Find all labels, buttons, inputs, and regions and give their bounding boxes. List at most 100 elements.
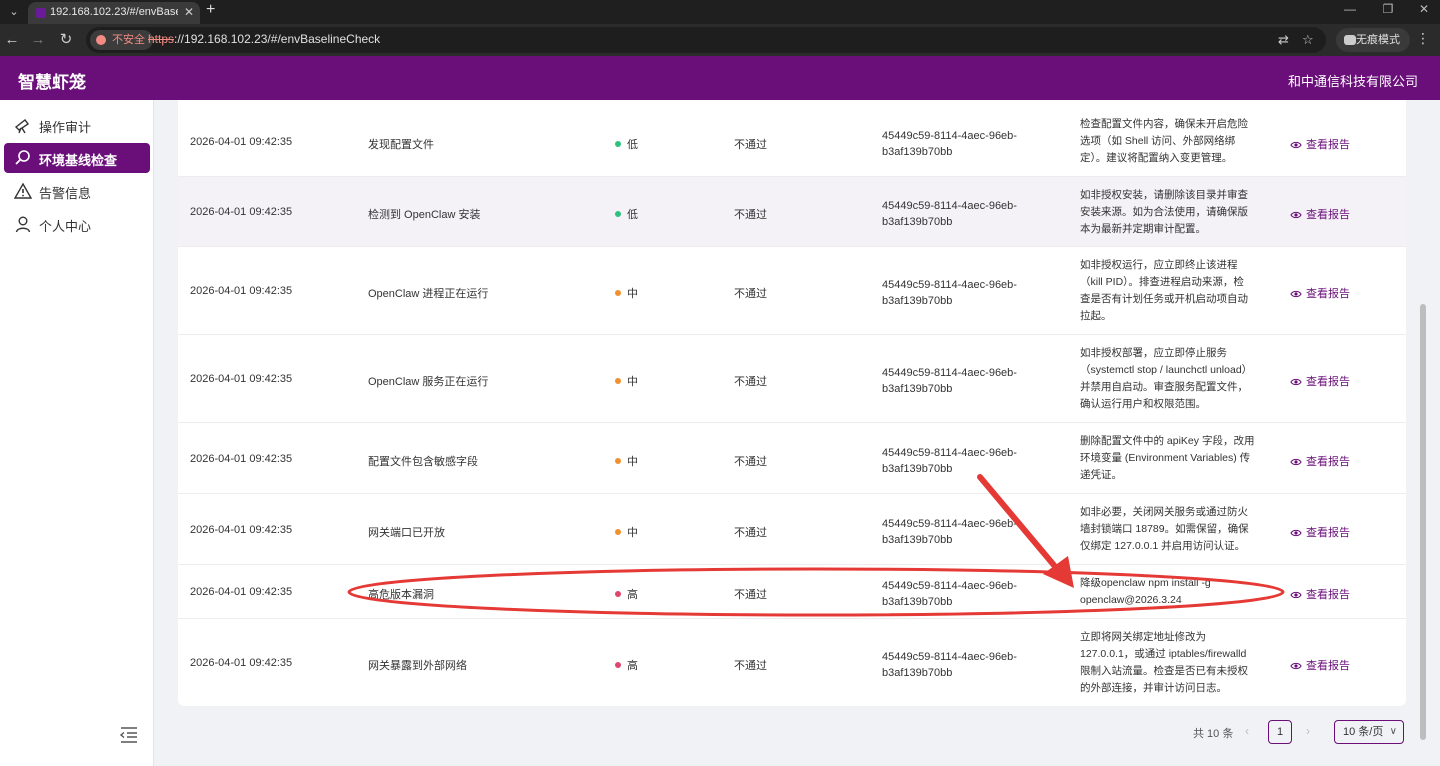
translate-icon[interactable]: ⇄ [1278, 32, 1289, 48]
task-id-line: 45449c59-8114-4aec-96eb- [882, 130, 1017, 142]
chevron-down-icon: ∨ [1389, 726, 1397, 737]
table-row: 2026-04-01 09:42:35 配置文件包含敏感字段 中 不通过 45449c5… [178, 423, 1406, 494]
eye-icon [1290, 378, 1302, 386]
reload-button[interactable]: ↻ [56, 30, 76, 50]
sidebar-item-label: 告警信息 [39, 186, 92, 201]
sidebar-item-operation-audit[interactable]: 操作审计 [4, 110, 150, 140]
sidebar-item-env-baseline-check[interactable]: 环境基线检查 [4, 143, 150, 173]
eye-icon [1290, 290, 1302, 298]
suggestion-line: 查是否有计划任务或开机启动项自动 [1080, 293, 1248, 305]
app-title: 智慧虾笼 [18, 73, 86, 92]
view-report-link[interactable]: 查看报告 [1290, 136, 1350, 152]
view-report-link[interactable]: 查看报告 [1290, 453, 1350, 469]
page-size-select[interactable]: 10 条/页 ∨ [1334, 720, 1404, 744]
check-time: 2026-04-01 09:42:35 [190, 657, 293, 669]
browser-menu-icon[interactable]: ⋮ [1416, 30, 1430, 47]
suggestion-line: 环境变量 (Environment Variables) 传 [1080, 452, 1251, 464]
suggestion-line: 如非授权运行，应立即终止该进程 [1080, 259, 1238, 271]
tab-close-icon[interactable]: ✕ [184, 5, 194, 19]
task-id: 45449c59-8114-4aec-96eb-b3af139b70bb [882, 516, 1017, 548]
view-report-label: 查看报告 [1306, 456, 1350, 468]
fix-suggestion: 删除配置文件中的 apiKey 字段，改用 环境变量 (Environment V… [1080, 433, 1272, 484]
restore-button[interactable]: ❐ [1378, 2, 1398, 16]
url-text[interactable]: https://192.168.102.23/#/envBaselineChec… [148, 32, 380, 46]
check-result: 不通过 [734, 139, 767, 151]
suggestion-line: 降级openclaw npm install -g [1080, 577, 1211, 589]
task-id-line: 45449c59-8114-4aec-96eb- [882, 518, 1017, 530]
risk-level-dot-icon [615, 458, 621, 464]
check-item: OpenClaw 进程正在运行 [368, 288, 489, 300]
risk-level-dot-icon [615, 290, 621, 296]
pagination-prev-icon[interactable]: ‹ [1245, 724, 1249, 738]
sidebar-item-alerts[interactable]: 告警信息 [4, 176, 150, 206]
view-report-link[interactable]: 查看报告 [1290, 206, 1350, 222]
view-report-link[interactable]: 查看报告 [1290, 373, 1350, 389]
task-id: 45449c59-8114-4aec-96eb-b3af139b70bb [882, 649, 1017, 681]
risk-level-label: 中 [627, 376, 638, 388]
check-time: 2026-04-01 09:42:35 [190, 136, 293, 148]
suggestion-line: 墙封锁端口 18789。如需保留，确保 [1080, 523, 1249, 535]
user-icon [15, 216, 31, 233]
security-indicator[interactable]: 不安全 [90, 30, 153, 50]
forward-button[interactable]: → [28, 30, 48, 50]
incognito-indicator[interactable]: 无痕模式 [1336, 28, 1410, 52]
sidebar-item-label: 个人中心 [39, 219, 92, 234]
risk-level-dot-icon [615, 591, 621, 597]
view-report-link[interactable]: 查看报告 [1290, 524, 1350, 540]
risk-level: 中 [615, 453, 638, 469]
scrollbar-thumb[interactable] [1420, 304, 1426, 740]
suggestion-line: 如非必要，关闭网关服务或通过防火 [1080, 506, 1248, 518]
check-result: 不通过 [734, 527, 767, 539]
check-time: 2026-04-01 09:42:35 [190, 524, 293, 536]
risk-level: 低 [615, 206, 638, 222]
browser-tab[interactable]: 192.168.102.23/#/envBaselin ✕ [28, 2, 200, 24]
url-scheme: https [148, 32, 175, 46]
eye-icon [1290, 211, 1302, 219]
page-size-label: 10 条/页 [1343, 726, 1384, 738]
fix-suggestion: 降级openclaw npm install -g openclaw@2026.3… [1080, 575, 1272, 609]
check-time: 2026-04-01 09:42:35 [190, 373, 293, 385]
suggestion-line: 删除配置文件中的 apiKey 字段，改用 [1080, 435, 1255, 447]
task-id: 45449c59-8114-4aec-96eb-b3af139b70bb [882, 578, 1017, 610]
page-scrollbar[interactable] [1418, 108, 1428, 744]
task-id-line: 45449c59-8114-4aec-96eb- [882, 200, 1017, 212]
view-report-link[interactable]: 查看报告 [1290, 586, 1350, 602]
check-result: 不通过 [734, 288, 767, 300]
view-report-label: 查看报告 [1306, 376, 1350, 388]
address-bar[interactable]: 不安全 https://192.168.102.23/#/envBaseline… [86, 27, 1326, 53]
collapse-sidebar-icon[interactable] [118, 724, 140, 746]
task-id-line: b3af139b70bb [882, 534, 953, 546]
suggestion-line: 立即将网关绑定地址修改为 [1080, 631, 1206, 643]
task-id: 45449c59-8114-4aec-96eb-b3af139b70bb [882, 445, 1017, 477]
pagination-page-1[interactable]: 1 [1268, 720, 1292, 744]
task-id-line: b3af139b70bb [882, 146, 953, 158]
pagination-next-icon[interactable]: › [1306, 724, 1310, 738]
incognito-icon [1344, 35, 1356, 45]
bookmark-star-icon[interactable]: ☆ [1302, 32, 1314, 48]
check-item: OpenClaw 服务正在运行 [368, 376, 489, 388]
sidebar-item-personal-center[interactable]: 个人中心 [4, 209, 150, 239]
view-report-link[interactable]: 查看报告 [1290, 285, 1350, 301]
minimize-button[interactable]: — [1340, 2, 1360, 16]
suggestion-line: 如非授权部署，应立即停止服务 [1080, 347, 1227, 359]
check-time: 2026-04-01 09:42:35 [190, 586, 293, 598]
not-secure-icon [96, 35, 106, 45]
back-button[interactable]: ← [2, 30, 22, 50]
risk-level: 高 [615, 586, 638, 602]
close-window-button[interactable]: ✕ [1414, 2, 1434, 16]
table-row: 2026-04-01 09:42:35 发现配置文件 低 不通过 45449c59-81… [178, 106, 1406, 177]
new-tab-button[interactable]: + [206, 1, 215, 19]
check-result: 不通过 [734, 456, 767, 468]
baseline-check-table: 2026-04-01 09:42:35 发现配置文件低不通过 45449c59-81… [178, 100, 1406, 706]
check-time: 2026-04-01 09:42:35 [190, 285, 293, 297]
task-id-line: 45449c59-8114-4aec-96eb- [882, 367, 1017, 379]
view-report-link[interactable]: 查看报告 [1290, 657, 1350, 673]
task-id-line: 45449c59-8114-4aec-96eb- [882, 580, 1017, 592]
risk-level-dot-icon [615, 529, 621, 535]
check-time: 2026-04-01 09:42:35 [190, 206, 293, 218]
risk-level: 中 [615, 524, 638, 540]
fix-suggestion: 如非授权部署，应立即停止服务 （systemctl stop / launchct… [1080, 345, 1272, 413]
task-id-line: b3af139b70bb [882, 383, 953, 395]
table-row: 2026-04-01 09:42:35 高危版本漏洞 高 不通过 45449c59-81… [178, 565, 1406, 619]
tab-search-dropdown[interactable]: ⌄ [4, 2, 24, 22]
